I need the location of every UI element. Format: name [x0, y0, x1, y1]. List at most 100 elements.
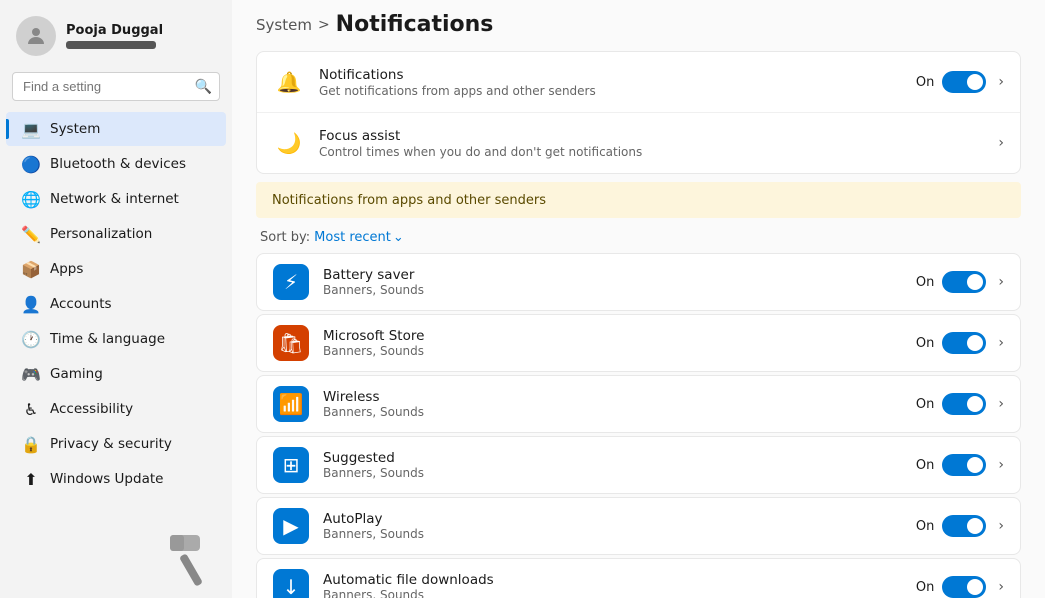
user-profile[interactable]: Pooja Duggal — [0, 0, 232, 68]
section-header-title: Notifications from apps and other sender… — [272, 193, 546, 208]
notifications-title: Notifications — [319, 67, 902, 83]
app-desc-wireless: Banners, Sounds — [323, 405, 902, 419]
toggle-knob-microsoft-store — [967, 335, 983, 351]
sidebar-label-network: Network & internet — [50, 191, 179, 207]
app-icon-microsoft-store: 🛍 — [273, 325, 309, 361]
personalization-icon: ✏️ — [22, 225, 40, 243]
app-text-battery-saver: Battery saver Banners, Sounds — [323, 267, 902, 297]
sidebar-item-accounts[interactable]: 👤 Accounts — [6, 287, 226, 321]
focus-chevron: › — [998, 135, 1004, 151]
notifications-controls: On › — [916, 71, 1004, 93]
sidebar-item-apps[interactable]: 📦 Apps — [6, 252, 226, 286]
page-title: Notifications — [336, 12, 494, 37]
app-name-battery-saver: Battery saver — [323, 267, 902, 283]
app-text-wireless: Wireless Banners, Sounds — [323, 389, 902, 419]
app-card-autoplay[interactable]: ▶ AutoPlay Banners, Sounds On › — [256, 497, 1021, 555]
app-chevron-auto-file-downloads: › — [998, 579, 1004, 595]
app-card-wireless[interactable]: 📶 Wireless Banners, Sounds On › — [256, 375, 1021, 433]
privacy-icon: 🔒 — [22, 435, 40, 453]
app-name-autoplay: AutoPlay — [323, 511, 902, 527]
sidebar-label-system: System — [50, 121, 100, 137]
app-on-label-autoplay: On — [916, 519, 934, 534]
notifications-desc: Get notifications from apps and other se… — [319, 84, 902, 98]
bluetooth-icon: 🔵 — [22, 155, 40, 173]
nav-list: 💻 System 🔵 Bluetooth & devices 🌐 Network… — [0, 109, 232, 517]
apps-icon: 📦 — [22, 260, 40, 278]
content-area: 🔔 Notifications Get notifications from a… — [232, 43, 1045, 598]
app-name-auto-file-downloads: Automatic file downloads — [323, 572, 902, 588]
toggle-knob-autoplay — [967, 518, 983, 534]
sidebar-item-bluetooth[interactable]: 🔵 Bluetooth & devices — [6, 147, 226, 181]
toggle-knob-suggested — [967, 457, 983, 473]
sidebar: Pooja Duggal 🔍 💻 System 🔵 Bluetooth & de… — [0, 0, 232, 598]
avatar — [16, 16, 56, 56]
sidebar-label-windowsupdate: Windows Update — [50, 471, 163, 487]
app-toggle-autoplay[interactable] — [942, 515, 986, 537]
sidebar-item-network[interactable]: 🌐 Network & internet — [6, 182, 226, 216]
toggle-knob-battery-saver — [967, 274, 983, 290]
app-controls-wireless: On › — [916, 393, 1004, 415]
breadcrumb-separator: > — [318, 17, 330, 33]
app-card-suggested[interactable]: ⊞ Suggested Banners, Sounds On › — [256, 436, 1021, 494]
app-card-battery-saver[interactable]: ⚡ Battery saver Banners, Sounds On › — [256, 253, 1021, 311]
app-on-label-microsoft-store: On — [916, 336, 934, 351]
app-toggle-microsoft-store[interactable] — [942, 332, 986, 354]
user-info: Pooja Duggal — [66, 23, 163, 49]
sidebar-item-windowsupdate[interactable]: ⬆ Windows Update — [6, 462, 226, 496]
app-on-label-wireless: On — [916, 397, 934, 412]
time-icon: 🕐 — [22, 330, 40, 348]
sort-chevron-down-icon: ⌄ — [393, 230, 404, 245]
focus-row[interactable]: 🌙 Focus assist Control times when you do… — [257, 113, 1020, 173]
toggle-knob — [967, 74, 983, 90]
app-desc-microsoft-store: Banners, Sounds — [323, 344, 902, 358]
sidebar-item-time[interactable]: 🕐 Time & language — [6, 322, 226, 356]
app-name-microsoft-store: Microsoft Store — [323, 328, 902, 344]
app-controls-battery-saver: On › — [916, 271, 1004, 293]
notifications-row[interactable]: 🔔 Notifications Get notifications from a… — [257, 52, 1020, 113]
app-chevron-microsoft-store: › — [998, 335, 1004, 351]
app-icon-suggested: ⊞ — [273, 447, 309, 483]
app-card-microsoft-store[interactable]: 🛍 Microsoft Store Banners, Sounds On › — [256, 314, 1021, 372]
app-card-auto-file-downloads[interactable]: ↓ Automatic file downloads Banners, Soun… — [256, 558, 1021, 598]
system-icon: 💻 — [22, 120, 40, 138]
main-content: System > Notifications 🔔 Notifications G… — [232, 0, 1045, 598]
app-toggle-suggested[interactable] — [942, 454, 986, 476]
focus-title: Focus assist — [319, 128, 980, 144]
user-name: Pooja Duggal — [66, 23, 163, 38]
focus-controls: › — [994, 135, 1004, 151]
accounts-icon: 👤 — [22, 295, 40, 313]
sidebar-label-apps: Apps — [50, 261, 83, 277]
breadcrumb-parent[interactable]: System — [256, 16, 312, 34]
sort-value[interactable]: Most recent ⌄ — [314, 230, 404, 245]
app-controls-suggested: On › — [916, 454, 1004, 476]
section-header: Notifications from apps and other sender… — [256, 182, 1021, 218]
sidebar-item-gaming[interactable]: 🎮 Gaming — [6, 357, 226, 391]
toggle-knob-auto-file-downloads — [967, 579, 983, 595]
sidebar-item-personalization[interactable]: ✏️ Personalization — [6, 217, 226, 251]
sidebar-item-accessibility[interactable]: ♿ Accessibility — [6, 392, 226, 426]
search-box[interactable]: 🔍 — [12, 72, 220, 101]
user-email — [66, 41, 156, 49]
sort-label: Sort by: — [260, 230, 310, 245]
sidebar-label-time: Time & language — [50, 331, 165, 347]
app-toggle-battery-saver[interactable] — [942, 271, 986, 293]
sidebar-item-privacy[interactable]: 🔒 Privacy & security — [6, 427, 226, 461]
app-on-label-auto-file-downloads: On — [916, 580, 934, 595]
focus-desc: Control times when you do and don't get … — [319, 145, 980, 159]
notifications-toggle[interactable] — [942, 71, 986, 93]
sidebar-item-system[interactable]: 💻 System — [6, 112, 226, 146]
app-chevron-wireless: › — [998, 396, 1004, 412]
app-on-label-battery-saver: On — [916, 275, 934, 290]
search-input[interactable] — [12, 72, 220, 101]
app-on-label-suggested: On — [916, 458, 934, 473]
app-icon-auto-file-downloads: ↓ — [273, 569, 309, 598]
app-desc-suggested: Banners, Sounds — [323, 466, 902, 480]
app-toggle-wireless[interactable] — [942, 393, 986, 415]
app-desc-autoplay: Banners, Sounds — [323, 527, 902, 541]
breadcrumb: System > Notifications — [256, 12, 493, 37]
toggle-knob-wireless — [967, 396, 983, 412]
sort-bar: Sort by: Most recent ⌄ — [256, 222, 1021, 251]
app-toggle-auto-file-downloads[interactable] — [942, 576, 986, 598]
sidebar-label-accessibility: Accessibility — [50, 401, 133, 417]
app-name-suggested: Suggested — [323, 450, 902, 466]
